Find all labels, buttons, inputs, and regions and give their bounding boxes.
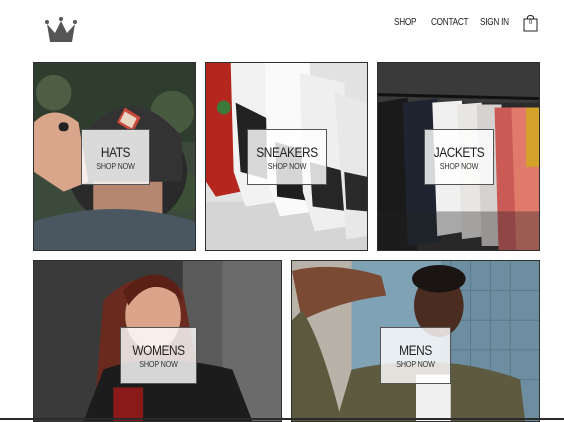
category-tile-mens[interactable]: MENS SHOP NOW	[291, 260, 540, 422]
category-title: SNEAKERS	[256, 144, 318, 160]
crown-icon[interactable]	[44, 16, 78, 44]
category-label-jackets[interactable]: JACKETS SHOP NOW	[424, 129, 494, 185]
site-header: SHOP CONTACT SIGN IN 0	[0, 0, 564, 62]
category-title: WOMENS	[132, 342, 185, 358]
cart-count: 0	[528, 20, 533, 26]
category-title: HATS	[100, 144, 131, 160]
category-label-womens[interactable]: WOMENS SHOP NOW	[120, 327, 197, 384]
shopping-bag-icon[interactable]: 0	[523, 15, 538, 32]
category-tile-sneakers[interactable]: SNEAKERS SHOP NOW	[205, 62, 368, 251]
nav-shop-link[interactable]: SHOP	[394, 17, 417, 28]
category-tile-womens[interactable]: WOMENS SHOP NOW	[33, 260, 282, 422]
shop-now-link[interactable]: SHOP NOW	[384, 360, 446, 369]
nav-contact-link[interactable]: CONTACT	[431, 17, 469, 28]
category-label-mens[interactable]: MENS SHOP NOW	[380, 327, 451, 384]
shop-now-link[interactable]: SHOP NOW	[85, 162, 145, 171]
shop-now-link[interactable]: SHOP NOW	[428, 162, 489, 171]
category-title: JACKETS	[433, 144, 485, 160]
category-tile-hats[interactable]: HATS SHOP NOW	[33, 62, 196, 251]
page-divider	[0, 418, 564, 420]
category-label-sneakers[interactable]: SNEAKERS SHOP NOW	[247, 129, 327, 185]
category-title: MENS	[399, 342, 432, 358]
shop-now-link[interactable]: SHOP NOW	[125, 360, 193, 369]
category-tile-jackets[interactable]: JACKETS SHOP NOW	[377, 62, 540, 251]
shop-now-link[interactable]: SHOP NOW	[252, 162, 322, 171]
nav-sign-in-link[interactable]: SIGN IN	[480, 17, 509, 28]
category-label-hats[interactable]: HATS SHOP NOW	[81, 129, 150, 185]
